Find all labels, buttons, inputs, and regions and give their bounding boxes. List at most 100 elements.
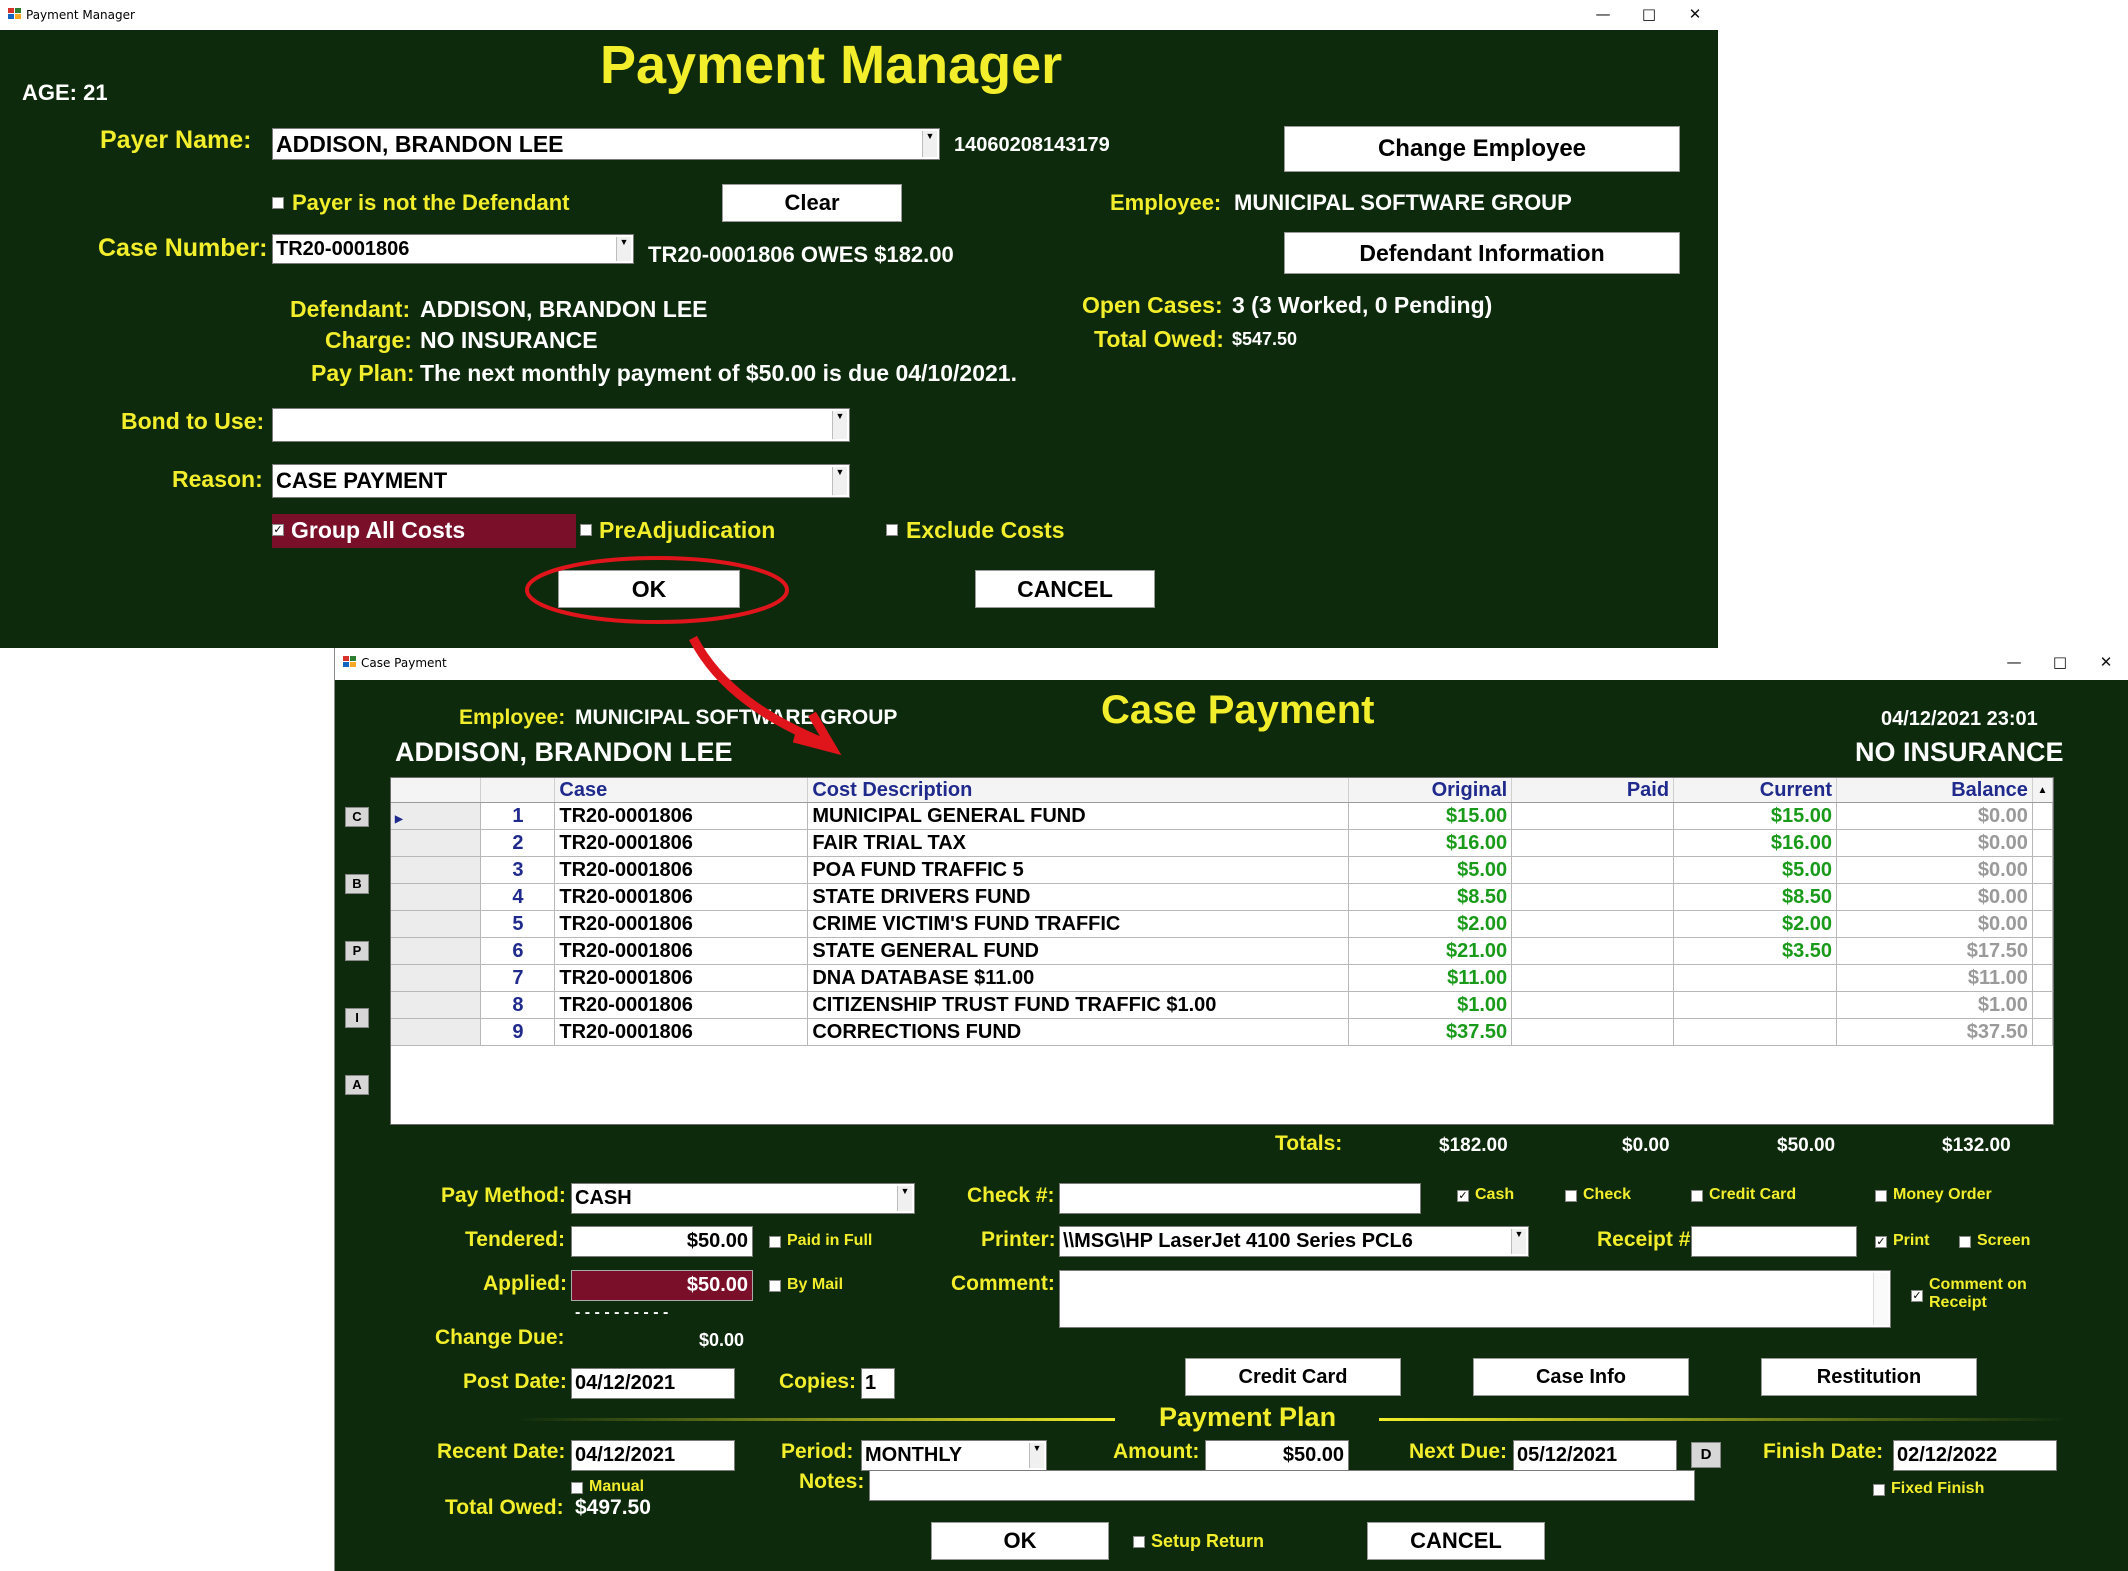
comment-textarea[interactable] <box>1059 1270 1891 1328</box>
total-balance: $132.00 <box>1942 1135 2011 1156</box>
cost-grid[interactable]: Case Cost Description Original Paid Curr… <box>390 777 2054 1125</box>
cash-checkbox[interactable]: ✓ <box>1457 1190 1469 1202</box>
side-button-c[interactable]: C <box>345 807 369 827</box>
copies-input[interactable]: 1 <box>861 1368 895 1399</box>
side-button-a[interactable]: A <box>345 1075 369 1095</box>
current-cell: $16.00 <box>1673 829 1838 857</box>
paid-in-full-checkbox[interactable] <box>769 1236 781 1248</box>
payer-not-defendant-checkbox[interactable] <box>272 197 284 209</box>
table-row[interactable]: 6 TR20-0001806 STATE GENERAL FUND $21.00 $3.… <box>391 937 2053 965</box>
pay-method-dropdown[interactable]: CASH ▼ <box>571 1183 915 1214</box>
total-owed-value: $497.50 <box>575 1496 651 1519</box>
d-button[interactable]: D <box>1691 1442 1721 1468</box>
chevron-down-icon: ▼ <box>897 1186 912 1211</box>
case-cell: TR20-0001806 <box>554 856 809 884</box>
table-row[interactable]: 8 TR20-0001806 CITIZENSHIP TRUST FUND TRAF… <box>391 991 2053 1019</box>
change-employee-button[interactable]: Change Employee <box>1284 126 1680 172</box>
app-icon <box>8 8 22 20</box>
period-dropdown[interactable]: MONTHLY ▼ <box>861 1440 1047 1471</box>
balance-cell: $0.00 <box>1836 802 2033 830</box>
table-row[interactable]: 3 TR20-0001806 POA FUND TRAFFIC 5 $5.00 $5.0… <box>391 856 2053 884</box>
check-checkbox[interactable] <box>1565 1190 1577 1202</box>
paid-column-header[interactable]: Paid <box>1511 778 1675 803</box>
check-number-input[interactable] <box>1059 1183 1421 1214</box>
chevron-down-icon: ▼ <box>1029 1443 1044 1468</box>
comment-on-receipt-checkbox[interactable]: ✓ <box>1911 1290 1923 1302</box>
balance-cell: $0.00 <box>1836 910 2033 938</box>
print-checkbox[interactable]: ✓ <box>1875 1236 1887 1248</box>
close-icon[interactable]: ✕ <box>2083 648 2128 678</box>
side-button-i[interactable]: I <box>345 1008 369 1028</box>
minimize-icon[interactable]: — <box>1580 0 1626 30</box>
balance-column-header[interactable]: Balance <box>1836 778 2033 803</box>
group-all-costs-checkbox[interactable]: ✓ <box>272 524 284 536</box>
manual-checkbox[interactable] <box>571 1482 583 1494</box>
table-row[interactable]: 4 TR20-0001806 STATE DRIVERS FUND $8.50 $8.5… <box>391 883 2053 911</box>
row-number: 6 <box>480 937 556 965</box>
post-date-input[interactable]: 04/12/2021 <box>571 1368 735 1399</box>
printer-dropdown[interactable]: \\MSG\HP LaserJet 4100 Series PCL6 ▼ <box>1059 1226 1529 1257</box>
fixed-finish-checkbox[interactable] <box>1873 1484 1885 1496</box>
receipt-number-input[interactable] <box>1691 1226 1857 1257</box>
table-row[interactable]: 2 TR20-0001806 FAIR TRIAL TAX $16.00 $16.00 $… <box>391 829 2053 857</box>
credit-card-checkbox[interactable] <box>1691 1190 1703 1202</box>
paid-cell <box>1511 937 1675 965</box>
next-due-input[interactable]: 05/12/2021 <box>1513 1440 1677 1471</box>
total-owed-label: Total Owed: <box>445 1496 564 1519</box>
maximize-icon[interactable]: □ <box>1626 0 1672 30</box>
setup-return-checkbox[interactable] <box>1133 1536 1145 1548</box>
scroll-up-icon[interactable]: ▲ <box>2032 778 2053 803</box>
reason-dropdown[interactable]: CASE PAYMENT ▼ <box>272 464 850 498</box>
credit-card-button[interactable]: Credit Card <box>1185 1358 1401 1396</box>
money-order-checkbox[interactable] <box>1875 1190 1887 1202</box>
close-icon[interactable]: ✕ <box>1672 0 1718 30</box>
post-date-label: Post Date: <box>463 1370 567 1393</box>
case-column-header[interactable]: Case <box>554 778 809 803</box>
finish-date-input[interactable]: 02/12/2022 <box>1893 1440 2057 1471</box>
case-number-dropdown[interactable]: TR20-0001806 ▼ <box>272 234 634 264</box>
defendant-value: ADDISON, BRANDON LEE <box>420 296 708 322</box>
defendant-name: ADDISON, BRANDON LEE <box>395 737 733 767</box>
table-row[interactable]: 5 TR20-0001806 CRIME VICTIM'S FUND TRAFFIC… <box>391 910 2053 938</box>
case-owes: TR20-0001806 OWES $182.00 <box>648 242 954 267</box>
payment-manager-titlebar: Payment Manager — □ ✕ <box>0 0 1718 30</box>
ok-button[interactable]: OK <box>558 570 740 608</box>
setup-return-label: Setup Return <box>1151 1531 1265 1551</box>
cost-table: Case Cost Description Original Paid Curr… <box>391 778 2053 1046</box>
cancel-button[interactable]: CANCEL <box>975 570 1155 608</box>
by-mail-checkbox[interactable] <box>769 1280 781 1292</box>
scrollbar[interactable] <box>1873 1273 1888 1325</box>
fixed-finish-label: Fixed Finish <box>1891 1480 1985 1497</box>
table-row[interactable]: ▶ 1 TR20-0001806 MUNICIPAL GENERAL FUND $15.… <box>391 802 2053 830</box>
applied-input[interactable]: $50.00 <box>571 1270 753 1301</box>
side-button-b[interactable]: B <box>345 874 369 894</box>
recent-date-input[interactable]: 04/12/2021 <box>571 1440 735 1471</box>
tendered-input[interactable]: $50.00 <box>571 1226 753 1257</box>
case-info-button[interactable]: Case Info <box>1473 1358 1689 1396</box>
exclude-costs-checkbox[interactable] <box>886 524 898 536</box>
current-column-header[interactable]: Current <box>1673 778 1838 803</box>
payer-name-dropdown[interactable]: ADDISON, BRANDON LEE ▼ <box>272 128 940 160</box>
open-cases-value: 3 (3 Worked, 0 Pending) <box>1232 292 1493 318</box>
table-row[interactable]: 9 TR20-0001806 CORRECTIONS FUND $37.50 $37.5… <box>391 1018 2053 1046</box>
bond-dropdown[interactable]: ▼ <box>272 408 850 442</box>
amount-input[interactable]: $50.00 <box>1205 1440 1349 1471</box>
clear-button[interactable]: Clear <box>722 184 902 222</box>
preadjudication-checkbox[interactable] <box>580 524 592 536</box>
maximize-icon[interactable]: □ <box>2037 648 2083 678</box>
original-column-header[interactable]: Original <box>1348 778 1513 803</box>
defendant-information-button[interactable]: Defendant Information <box>1284 232 1680 274</box>
row-selector <box>391 1018 482 1046</box>
restitution-button[interactable]: Restitution <box>1761 1358 1977 1396</box>
cancel-button[interactable]: CANCEL <box>1367 1522 1545 1560</box>
table-row[interactable]: 7 TR20-0001806 DNA DATABASE $11.00 $11.00 $1… <box>391 964 2053 992</box>
notes-input[interactable] <box>869 1470 1695 1501</box>
ok-button[interactable]: OK <box>931 1522 1109 1560</box>
reason-label: Reason: <box>172 466 263 492</box>
screen-checkbox[interactable] <box>1959 1236 1971 1248</box>
cost-description-cell: POA FUND TRAFFIC 5 <box>807 856 1350 884</box>
case-cell: TR20-0001806 <box>554 883 809 911</box>
minimize-icon[interactable]: — <box>1991 648 2037 678</box>
side-button-p[interactable]: P <box>345 941 369 961</box>
cost-description-column-header[interactable]: Cost Description <box>807 778 1350 803</box>
